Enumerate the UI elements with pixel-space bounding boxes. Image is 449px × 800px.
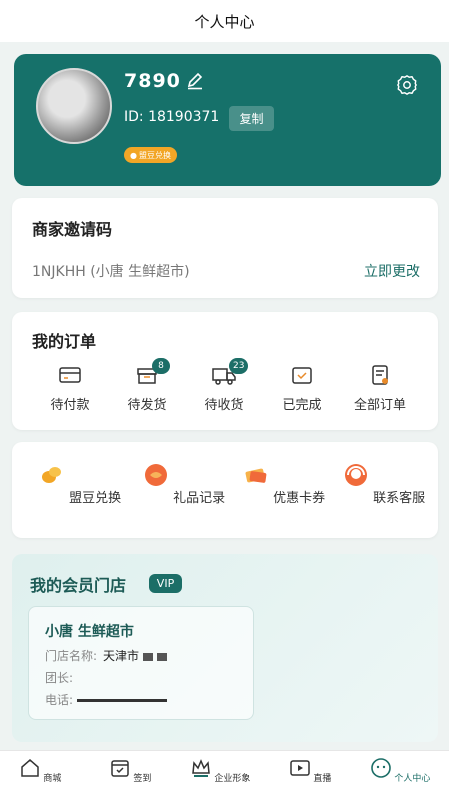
redaction-mark: [77, 699, 168, 702]
bottom-nav: 商城 签到 企业形象 直播 个人中心: [0, 750, 449, 800]
service-customer-support[interactable]: 联系客服: [334, 462, 434, 506]
gear-icon[interactable]: [396, 74, 418, 96]
order-label: 已完成: [282, 398, 322, 413]
nav-profile[interactable]: 个人中心: [365, 757, 435, 784]
top-bar: 个人中心: [0, 0, 449, 42]
edit-icon[interactable]: [186, 72, 204, 90]
bean-badge-label: 盟豆兑换: [138, 150, 171, 160]
service-gift-records[interactable]: 礼品记录: [134, 462, 234, 506]
order-label: 全部订单: [353, 398, 406, 413]
home-icon: [20, 759, 39, 777]
store-info-card[interactable]: 小唐 生鲜超市 门店名称: 天津市 团长: 电话:: [28, 606, 254, 720]
nav-mall[interactable]: 商城: [5, 757, 75, 784]
phone-row: 电话:: [45, 691, 168, 708]
phone-label: 电话:: [45, 693, 74, 707]
live-icon: [289, 760, 310, 776]
order-completed[interactable]: 已完成: [262, 364, 342, 413]
leader-row: 团长:: [45, 669, 73, 686]
service-bean-exchange[interactable]: 盟豆兑换: [30, 462, 130, 506]
service-label: 盟豆兑换: [69, 491, 122, 506]
profile-icon: [370, 758, 391, 778]
store-name-value: 天津市: [103, 649, 140, 663]
order-label: 待付款: [50, 398, 90, 413]
order-count-badge: 8: [152, 358, 170, 374]
user-id: ID: 18190371: [124, 109, 220, 125]
service-coupons[interactable]: 优惠卡券: [234, 462, 334, 506]
invite-code: 1NJKHH (小唐 生鲜超市): [32, 264, 190, 280]
order-all[interactable]: 全部订单: [340, 364, 420, 413]
leader-label: 团长:: [45, 671, 74, 685]
bean-exchange-badge[interactable]: ● 盟豆兑换: [124, 147, 177, 163]
copy-button[interactable]: 复制: [229, 106, 274, 131]
service-label: 联系客服: [373, 491, 426, 506]
gift-icon: [144, 464, 167, 486]
order-list-icon: [372, 365, 388, 385]
bean-icon: ●: [130, 150, 137, 160]
order-label: 待发货: [127, 398, 167, 413]
crown-icon: [191, 759, 210, 777]
service-label: 礼品记录: [173, 491, 226, 506]
page-title: 个人中心: [194, 12, 255, 31]
vip-badge: VIP: [149, 574, 182, 593]
profile-card: 7890 ID: 18190371 复制 ● 盟豆兑换: [14, 54, 441, 186]
store-name: 小唐 生鲜超市: [45, 624, 134, 640]
order-pending-shipment[interactable]: 8 待发货: [107, 358, 187, 413]
nav-corporate-image[interactable]: 企业形象: [185, 757, 255, 784]
beans-icon: [41, 467, 61, 483]
member-store-card: 我的会员门店 VIP 小唐 生鲜超市 门店名称: 天津市 团长: 电话:: [12, 554, 438, 742]
nav-label: 直播: [313, 774, 332, 784]
order-label: 待收货: [204, 398, 244, 413]
nav-label: 企业形象: [214, 774, 251, 784]
redaction-mark: [143, 652, 154, 661]
store-name-label: 门店名称:: [45, 649, 98, 663]
services-card: 盟豆兑换 礼品记录 优惠卡券 联系客服: [12, 442, 438, 538]
nav-label: 签到: [133, 774, 152, 784]
orders-title: 我的订单: [32, 332, 97, 351]
order-count-badge: 23: [229, 358, 249, 374]
redaction-mark: [157, 652, 168, 661]
nav-label: 商城: [43, 774, 62, 784]
username: 7890: [124, 70, 181, 92]
nav-live[interactable]: 直播: [275, 757, 345, 784]
avatar[interactable]: [36, 68, 112, 144]
check-box-icon: [292, 367, 312, 384]
coupon-icon: [245, 468, 267, 483]
invite-code-card: 商家邀请码 1NJKHH (小唐 生鲜超市) 立即更改: [12, 198, 438, 298]
nav-label: 个人中心: [394, 774, 431, 784]
invite-title: 商家邀请码: [32, 220, 113, 239]
calendar-icon: [110, 760, 129, 777]
wallet-icon: [59, 367, 81, 383]
order-pending-payment[interactable]: 待付款: [30, 364, 110, 413]
service-label: 优惠卡券: [273, 491, 326, 506]
nav-checkin[interactable]: 签到: [95, 757, 165, 784]
member-title: 我的会员门店: [30, 576, 127, 595]
store-name-row: 门店名称: 天津市: [45, 647, 168, 664]
customer-service-icon: [344, 464, 367, 486]
change-invite-button[interactable]: 立即更改: [364, 261, 420, 281]
order-pending-receipt[interactable]: 23 待收货: [184, 358, 264, 413]
orders-card: 我的订单 待付款 8 待发货 23 待收货 已完成 全部订单: [12, 312, 438, 430]
